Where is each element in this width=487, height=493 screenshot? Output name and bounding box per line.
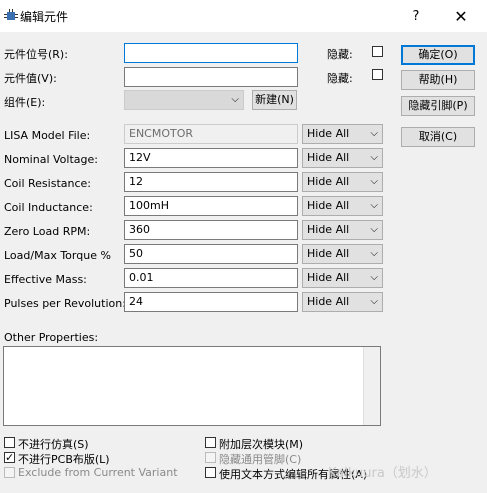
attach-hierarchy-label: 附加层次模块(M)	[219, 438, 304, 451]
edit-text-checkbox[interactable]	[205, 467, 216, 478]
property-visibility-value: Hide All	[307, 199, 350, 212]
group-label: 组件(E):	[4, 96, 46, 109]
no-sim-checkbox[interactable]	[4, 437, 15, 448]
group-select: ⌵	[124, 90, 244, 110]
other-properties-textarea[interactable]	[3, 346, 381, 426]
chevron-down-icon: ⌵	[370, 296, 378, 307]
cancel-button[interactable]: 取消(C)	[401, 127, 475, 147]
property-label: Load/Max Torque %	[4, 249, 111, 262]
property-visibility-value: Hide All	[307, 175, 350, 188]
chevron-down-icon: ⌵	[231, 94, 239, 105]
other-properties-label: Other Properties:	[4, 331, 99, 344]
property-visibility-select[interactable]: Hide All ⌵	[302, 244, 383, 264]
chevron-down-icon: ⌵	[370, 152, 378, 163]
chevron-down-icon: ⌵	[370, 224, 378, 235]
property-value-input[interactable]: 24	[124, 292, 298, 312]
no-pcb-label: 不进行PCB布版(L)	[18, 453, 110, 466]
textarea-scrollbar[interactable]	[363, 347, 380, 425]
property-label: LISA Model File:	[4, 129, 91, 142]
property-visibility-select[interactable]: Hide All ⌵	[302, 148, 383, 168]
property-value-input[interactable]: 12	[124, 172, 298, 192]
value-hidden-label: 隐藏:	[327, 72, 353, 85]
property-visibility-select[interactable]: Hide All ⌵	[302, 196, 383, 216]
value-input[interactable]	[124, 67, 298, 87]
ref-hidden-label: 隐藏:	[327, 48, 353, 61]
chevron-down-icon: ⌵	[370, 128, 378, 139]
ref-hidden-checkbox[interactable]	[372, 46, 383, 57]
app-icon	[4, 9, 18, 23]
help-button[interactable]: 帮助(H)	[401, 70, 475, 90]
attach-hierarchy-checkbox[interactable]	[205, 437, 216, 448]
chevron-down-icon: ⌵	[370, 272, 378, 283]
property-visibility-select[interactable]: Hide All ⌵	[302, 172, 383, 192]
ref-label: 元件位号(R):	[4, 48, 68, 61]
exclude-variant-checkbox	[4, 467, 15, 478]
property-value-input[interactable]: 12V	[124, 148, 298, 168]
value-label: 元件值(V):	[4, 72, 57, 85]
property-visibility-select[interactable]: Hide All ⌵	[302, 124, 383, 144]
window-title: 编辑元件	[20, 10, 69, 24]
property-visibility-value: Hide All	[307, 271, 350, 284]
new-button[interactable]: 新建(N)	[252, 90, 297, 110]
property-label: Pulses per Revolution:	[4, 297, 126, 310]
property-value-input[interactable]: 0.01	[124, 268, 298, 288]
property-value-input: ENCMOTOR	[124, 124, 298, 144]
property-value-input[interactable]: 100mH	[124, 196, 298, 216]
no-sim-label: 不进行仿真(S)	[18, 438, 89, 451]
chevron-down-icon: ⌵	[370, 176, 378, 187]
property-label: Coil Inductance:	[4, 201, 93, 214]
property-visibility-select[interactable]: Hide All ⌵	[302, 268, 383, 288]
hide-pins-button[interactable]: 隐藏引脚(P)	[401, 96, 475, 116]
property-label: Zero Load RPM:	[4, 225, 91, 238]
ref-input[interactable]	[124, 43, 298, 63]
property-visibility-value: Hide All	[307, 127, 350, 140]
property-label: Effective Mass:	[4, 273, 87, 286]
property-visibility-value: Hide All	[307, 295, 350, 308]
property-visibility-value: Hide All	[307, 151, 350, 164]
property-visibility-select[interactable]: Hide All ⌵	[302, 292, 383, 312]
hide-common-pins-checkbox	[205, 452, 216, 463]
watermark: Kalkuura（划水）	[328, 466, 437, 481]
property-value-input[interactable]: 360	[124, 220, 298, 240]
ok-button[interactable]: 确定(O)	[401, 45, 475, 65]
value-hidden-checkbox[interactable]	[372, 69, 383, 80]
property-label: Nominal Voltage:	[4, 153, 98, 166]
close-icon[interactable]: ✕	[448, 6, 474, 28]
hide-common-pins-label: 隐藏通用管脚(C)	[219, 453, 302, 466]
property-label: Coil Resistance:	[4, 177, 92, 190]
property-visibility-select[interactable]: Hide All ⌵	[302, 220, 383, 240]
help-icon[interactable]: ?	[405, 6, 427, 28]
chevron-down-icon: ⌵	[370, 200, 378, 211]
chevron-down-icon: ⌵	[370, 248, 378, 259]
no-pcb-checkbox[interactable]: ✓	[4, 452, 15, 463]
property-visibility-value: Hide All	[307, 247, 350, 260]
property-visibility-value: Hide All	[307, 223, 350, 236]
property-value-input[interactable]: 50	[124, 244, 298, 264]
exclude-variant-label: Exclude from Current Variant	[18, 466, 178, 479]
